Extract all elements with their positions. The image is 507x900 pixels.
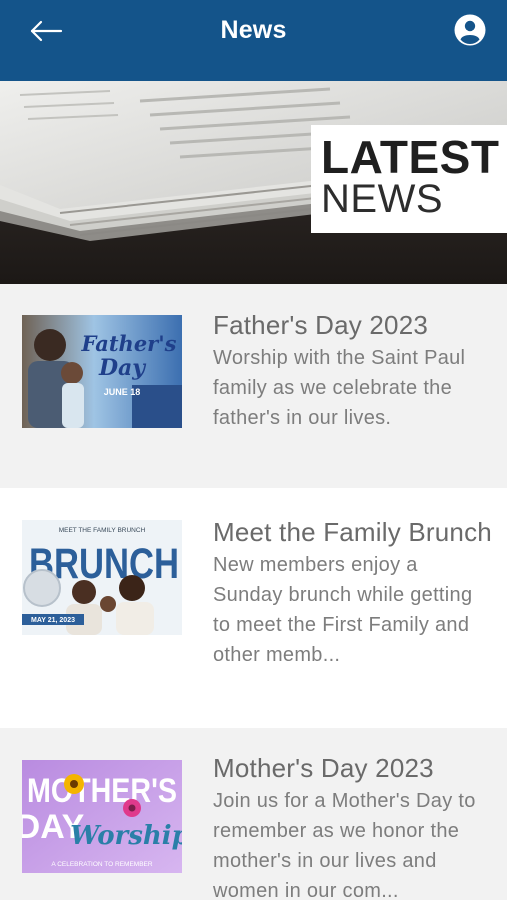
thumb-text: Father's (80, 331, 176, 356)
news-title: Mother's Day 2023 (213, 753, 434, 783)
thumb-date: JUNE 18 (104, 387, 141, 397)
news-description: Worship with the Saint Paul family as we… (213, 347, 466, 429)
thumb-date: MAY 21, 2023 (31, 617, 75, 624)
news-item[interactable]: Father's Day JUNE 18 Father's Day 2023 W… (0, 284, 507, 488)
hero-caption: LATEST NEWS (311, 125, 507, 233)
page-title: News (220, 16, 287, 44)
news-item[interactable]: MOTHER'S DAY Worship A CELEBRATION TO RE… (0, 728, 507, 900)
arrow-left-icon (30, 20, 63, 42)
hero-title-latest: LATEST (321, 131, 500, 183)
thumb-text: MOTHER'S (27, 772, 177, 810)
news-item[interactable]: MEET THE FAMILY BRUNCH BRUNCH MAY 21, 20… (0, 488, 507, 728)
profile-button[interactable] (453, 13, 487, 47)
news-list: Father's Day JUNE 18 Father's Day 2023 W… (0, 284, 507, 900)
news-description: New members enjoy a Sunday brunch while … (213, 554, 473, 666)
mothers-day-thumbnail: MOTHER'S DAY Worship A CELEBRATION TO RE… (22, 760, 182, 873)
thumb-text: MEET THE FAMILY BRUNCH (59, 527, 146, 534)
user-circle-icon (454, 14, 486, 46)
back-button[interactable] (26, 18, 66, 44)
news-item-text: Mother's Day 2023 Join us for a Mother's… (213, 750, 493, 900)
thumb-text: A CELEBRATION TO REMEMBER (51, 861, 152, 868)
hero-title-news: NEWS (321, 177, 443, 221)
news-item-text: Father's Day 2023 Worship with the Saint… (213, 307, 493, 433)
app-header: News (0, 0, 507, 81)
fathers-day-thumbnail: Father's Day JUNE 18 (22, 315, 182, 428)
brunch-thumbnail: MEET THE FAMILY BRUNCH BRUNCH MAY 21, 20… (22, 520, 182, 635)
thumb-text: Worship (70, 821, 182, 851)
thumb-text: Day (98, 355, 147, 381)
news-title: Father's Day 2023 (213, 310, 429, 340)
news-title: Meet the Family Brunch (213, 517, 492, 547)
news-description: Join us for a Mother's Day to remember a… (213, 790, 476, 900)
hero-banner: LATEST NEWS (0, 81, 507, 284)
news-item-text: Meet the Family Brunch New members enjoy… (213, 514, 493, 670)
